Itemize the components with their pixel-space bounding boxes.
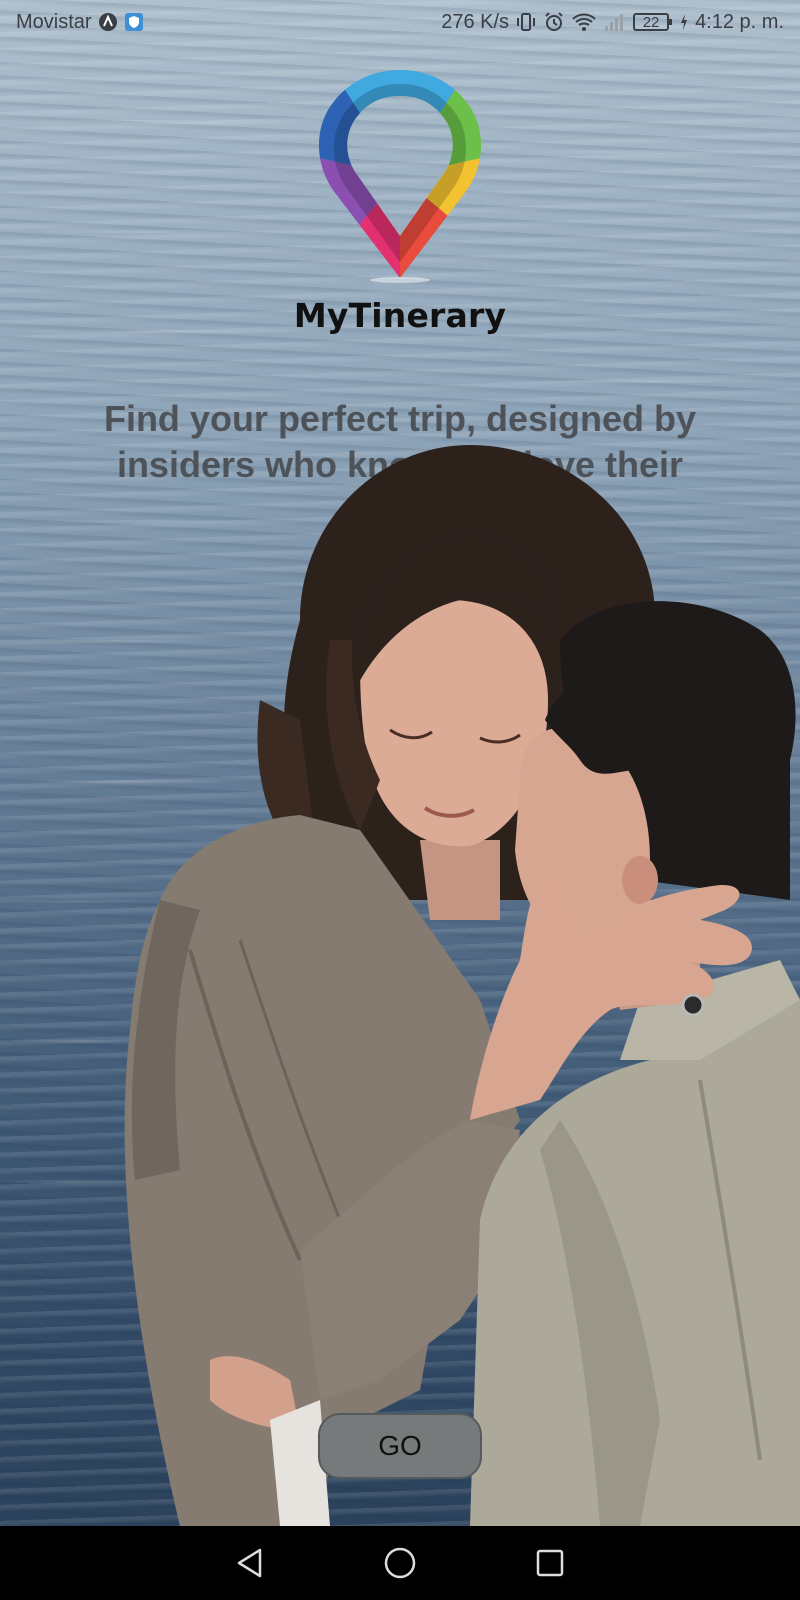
app-screen: Movistar 276 K/s 22 4:12 p. m. MyTinerar… bbox=[0, 0, 800, 1600]
home-icon[interactable] bbox=[380, 1543, 420, 1583]
navigation-bar bbox=[0, 1526, 800, 1600]
go-button[interactable]: GO bbox=[318, 1413, 482, 1479]
back-icon[interactable] bbox=[230, 1543, 270, 1583]
couple-photo bbox=[124, 445, 800, 1526]
recents-icon[interactable] bbox=[530, 1543, 570, 1583]
